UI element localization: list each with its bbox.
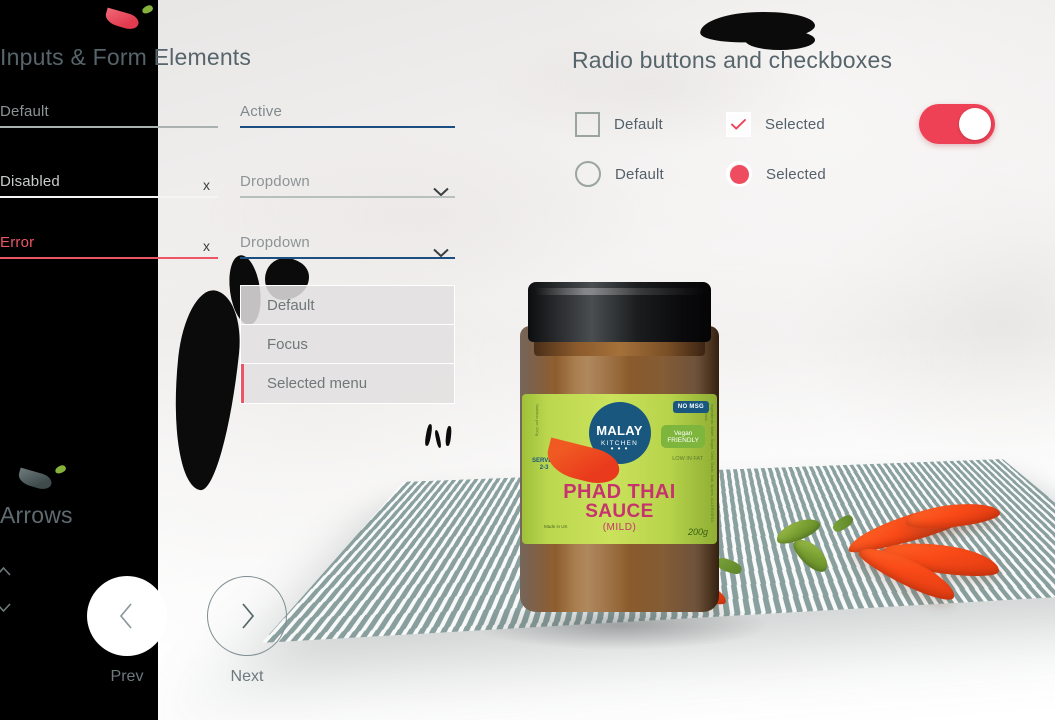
radio-selected-icon[interactable] xyxy=(726,161,752,187)
jar-label: Nutrition per 100g Ingredients: Water, S… xyxy=(522,394,717,544)
input-disabled-underline xyxy=(0,196,218,198)
clear-icon[interactable]: x xyxy=(203,178,210,192)
dropdown-active-underline xyxy=(240,257,455,259)
chevron-down-icon[interactable] xyxy=(433,245,449,258)
prev-button[interactable] xyxy=(87,576,167,656)
jar-lid xyxy=(528,282,711,342)
radio-selected-label: Selected xyxy=(766,165,826,183)
input-error[interactable]: Error x xyxy=(0,231,218,259)
dropdown-default-value: Dropdown xyxy=(240,173,310,190)
chevron-right-icon xyxy=(242,603,255,629)
vegan-badge: Vegan FRIENDLY xyxy=(661,425,705,449)
next-button-label: Next xyxy=(230,668,264,685)
radio-dot xyxy=(729,164,749,184)
dropdown-menu-item-selected[interactable]: Selected menu xyxy=(241,364,454,403)
no-msg-badge: NO MSG xyxy=(672,401,709,413)
toggle-switch[interactable] xyxy=(919,104,995,144)
chili-pepper-icon xyxy=(103,3,155,32)
chevron-up-icon xyxy=(0,566,11,576)
input-active-value: Active xyxy=(240,103,283,120)
checkbox-selected[interactable]: Selected xyxy=(726,112,825,137)
dropdown-active[interactable]: Dropdown xyxy=(240,231,455,259)
chili-body xyxy=(103,7,141,32)
input-active-underline xyxy=(240,126,455,128)
chili-pepper-icon xyxy=(16,463,68,492)
next-button[interactable] xyxy=(207,576,287,656)
chevron-down-icon xyxy=(0,603,11,613)
checkbox-default[interactable]: Default xyxy=(575,112,663,137)
chevron-left-icon xyxy=(119,603,132,629)
chili-body xyxy=(16,467,54,492)
checkbox-checked-icon[interactable] xyxy=(726,112,751,137)
low-fat-badge: LOW IN FAT xyxy=(672,456,703,462)
dropdown-menu-item-focus[interactable]: Focus xyxy=(241,325,454,364)
checkbox-unchecked-icon[interactable] xyxy=(575,112,600,137)
arrow-stepper[interactable] xyxy=(0,560,18,620)
input-error-value: Error xyxy=(0,234,35,251)
brand-name: MALAY xyxy=(596,423,643,438)
input-default-underline xyxy=(0,126,218,128)
product-name: PHAD THAI SAUCE xyxy=(563,481,676,523)
dropdown-default-underline xyxy=(240,196,455,198)
input-disabled-value: Disabled xyxy=(0,173,60,190)
checkmark-icon xyxy=(731,119,746,130)
product-jar: Nutrition per 100g Ingredients: Water, S… xyxy=(512,282,727,612)
input-default[interactable]: Default xyxy=(0,100,218,128)
radio-default[interactable]: Default xyxy=(575,161,664,187)
page-title-radio: Radio buttons and checkboxes xyxy=(572,47,893,73)
dropdown-menu: Default Focus Selected menu xyxy=(240,285,455,404)
prev-button-label: Prev xyxy=(110,668,144,685)
checkbox-default-label: Default xyxy=(614,116,663,133)
radio-default-label: Default xyxy=(615,165,664,183)
page-title-inputs: Inputs & Form Elements xyxy=(0,44,252,70)
radio-unselected-icon[interactable] xyxy=(575,161,601,187)
clear-icon[interactable]: x xyxy=(203,239,210,253)
input-error-underline xyxy=(0,257,218,259)
input-disabled[interactable]: Disabled x xyxy=(0,170,218,198)
chevron-down-icon[interactable] xyxy=(433,184,449,197)
toggle-knob xyxy=(959,108,991,140)
section-title-arrows: Arrows xyxy=(0,502,73,528)
dropdown-menu-item-default[interactable]: Default xyxy=(241,286,454,325)
product-weight: 200g xyxy=(687,527,708,537)
checkbox-selected-label: Selected xyxy=(765,116,825,133)
made-in-text: Made in UK xyxy=(544,524,568,530)
style-guide-page: Nutrition per 100g Ingredients: Water, S… xyxy=(0,0,1055,720)
input-default-value: Default xyxy=(0,103,49,120)
radio-selected[interactable]: Selected xyxy=(726,161,826,187)
dropdown-active-value: Dropdown xyxy=(240,234,310,251)
input-active[interactable]: Active xyxy=(240,100,455,128)
dropdown-default[interactable]: Dropdown xyxy=(240,170,455,198)
